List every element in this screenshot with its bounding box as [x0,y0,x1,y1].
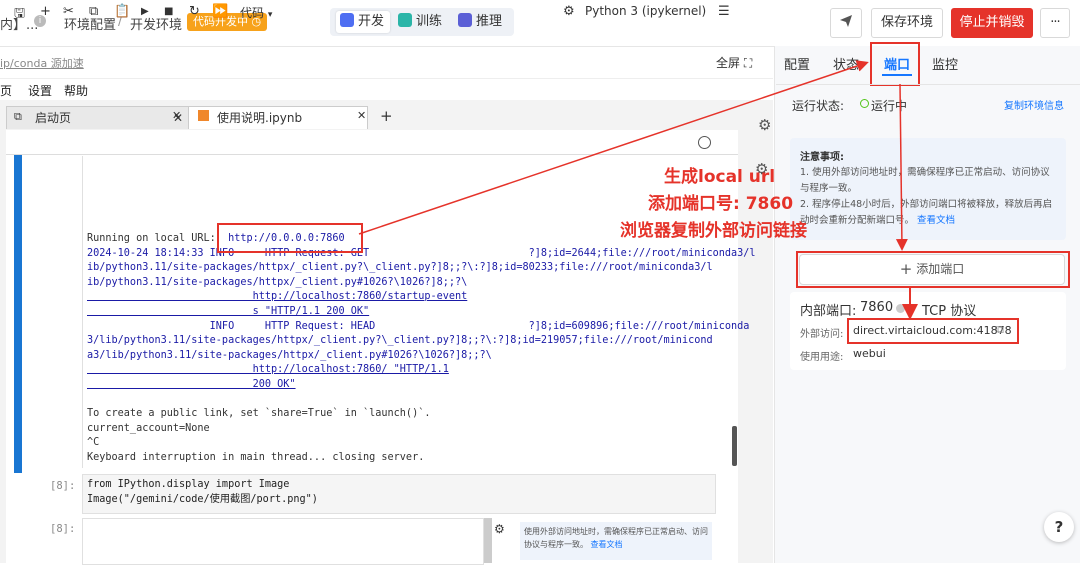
annotation-text: 生成local url 添加端口号: 7860 浏览器复制外部访问链接 [620,167,807,241]
help-button[interactable]: ? [1044,512,1074,542]
annotation-arrows [358,60,918,320]
